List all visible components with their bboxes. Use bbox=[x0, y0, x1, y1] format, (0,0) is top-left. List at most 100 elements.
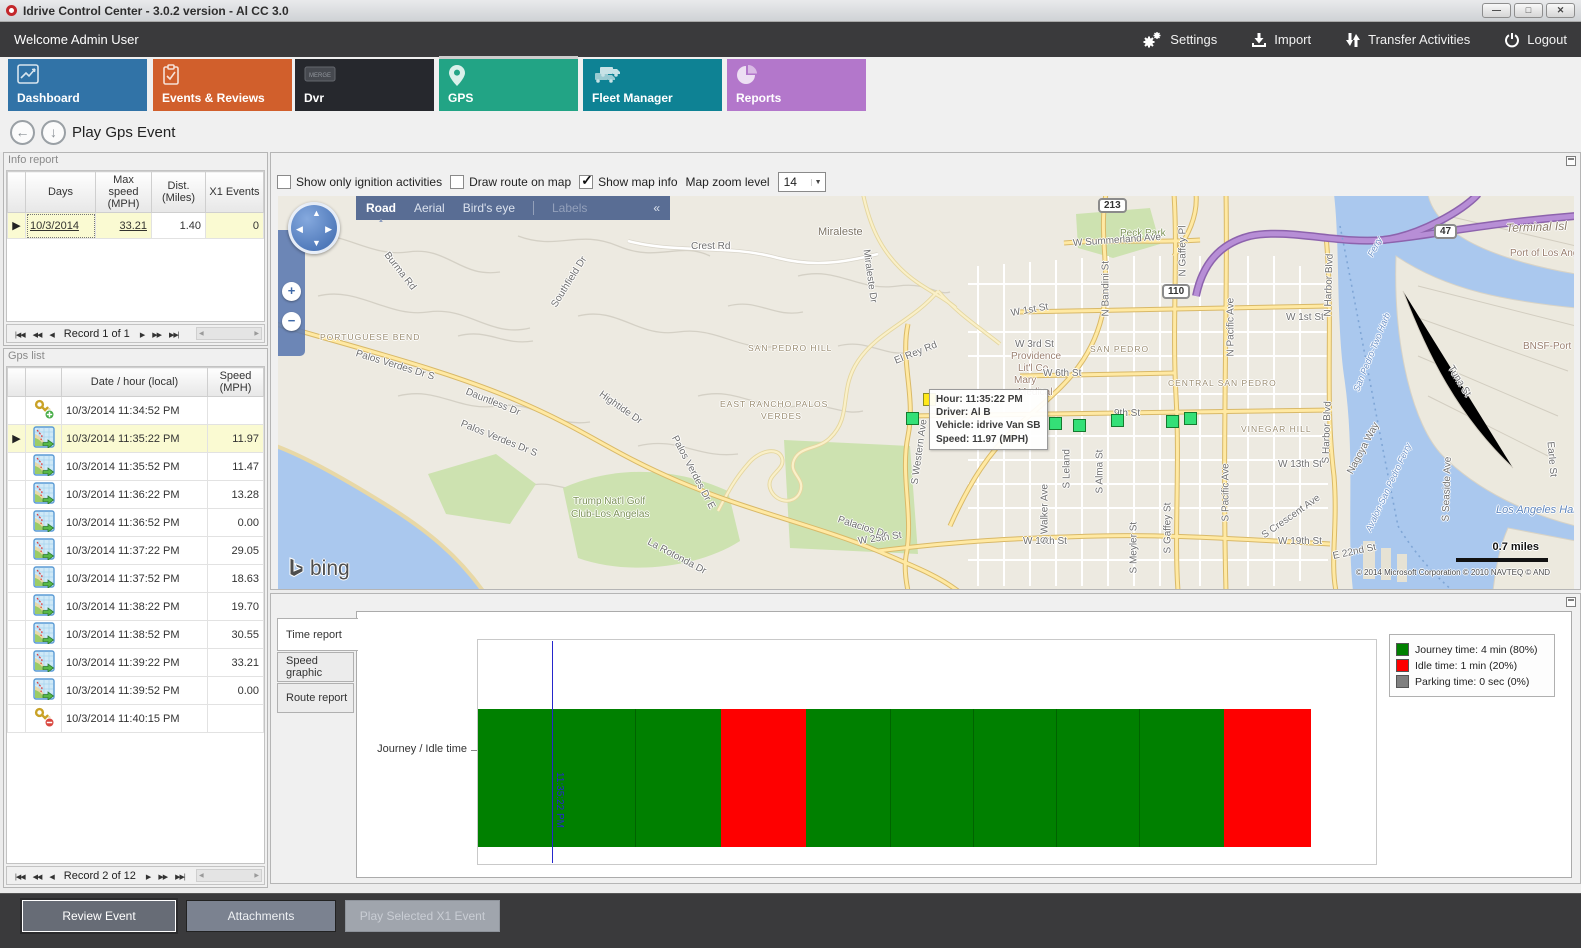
import-icon bbox=[1251, 32, 1267, 48]
back-button[interactable]: ← bbox=[10, 120, 35, 145]
map-mode-labels[interactable]: Labels bbox=[552, 201, 587, 215]
gps-marker[interactable] bbox=[1073, 419, 1086, 432]
record-nav-button[interactable]: ▶▶| bbox=[175, 874, 185, 881]
tab-fleet-manager[interactable]: Fleet Manager bbox=[583, 59, 722, 111]
map-mode-road[interactable]: Road bbox=[366, 201, 396, 215]
close-button[interactable]: ✕ bbox=[1546, 3, 1575, 18]
checkbox-show-map-info[interactable]: ✓ Show map info bbox=[579, 175, 677, 189]
tab-time-report[interactable]: Time report bbox=[277, 618, 358, 651]
settings-button[interactable]: Settings bbox=[1141, 31, 1217, 49]
review-event-button[interactable]: Review Event bbox=[22, 900, 176, 932]
gps-speed-cell: 13.28 bbox=[208, 481, 264, 509]
record-nav-button[interactable]: ◀ bbox=[49, 332, 53, 339]
gps-date-cell: 10/3/2014 11:36:22 PM bbox=[62, 481, 208, 509]
map-mode-birds-eye[interactable]: Bird's eye bbox=[463, 201, 515, 215]
col-speed[interactable]: Speed (MPH) bbox=[208, 368, 264, 397]
info-report-row[interactable]: ▶ 10/3/2014 33.21 1.40 0 bbox=[8, 213, 264, 239]
transfer-activities-button[interactable]: Transfer Activities bbox=[1345, 32, 1470, 48]
map-pan-compass[interactable]: ▲ ▶ ▼ ◀ bbox=[288, 202, 340, 254]
col-date-hour[interactable]: Date / hour (local) bbox=[62, 368, 208, 397]
logout-button[interactable]: Logout bbox=[1504, 32, 1567, 48]
down-button[interactable]: ↓ bbox=[41, 120, 66, 145]
gps-point-icon bbox=[26, 509, 62, 537]
pan-left-icon[interactable]: ◀ bbox=[296, 224, 303, 235]
gps-list-row[interactable]: 10/3/2014 11:39:22 PM33.21 bbox=[8, 649, 264, 677]
map-label: S Pacific Ave bbox=[1221, 463, 1232, 521]
map-mode-aerial[interactable]: Aerial bbox=[414, 201, 445, 215]
tab-dashboard[interactable]: Dashboard bbox=[8, 59, 147, 111]
toolbar-collapse-button[interactable]: « bbox=[653, 201, 660, 215]
gps-point-icon bbox=[26, 537, 62, 565]
page-header: ← ↓ Play Gps Event bbox=[0, 113, 1581, 152]
expand-map-panel-button[interactable] bbox=[1566, 156, 1576, 166]
checkbox-show-ignition[interactable]: ✓ Show only ignition activities bbox=[277, 175, 442, 189]
record-nav-button[interactable]: ▶▶| bbox=[169, 332, 179, 339]
zoom-in-button[interactable]: + bbox=[282, 282, 301, 301]
gps-date-cell: 10/3/2014 11:39:22 PM bbox=[62, 649, 208, 677]
tab-gps[interactable]: GPS bbox=[439, 59, 578, 111]
tab-route-report[interactable]: Route report bbox=[277, 683, 354, 713]
map-label: Providence bbox=[1011, 351, 1061, 362]
attachments-button[interactable]: Attachments bbox=[186, 900, 336, 932]
gps-speed-cell: 11.97 bbox=[208, 425, 264, 453]
pan-right-icon[interactable]: ▶ bbox=[325, 224, 332, 235]
route-shield: 47 bbox=[1434, 224, 1457, 239]
gps-marker[interactable] bbox=[906, 412, 919, 425]
gps-list-row[interactable]: 10/3/2014 11:38:22 PM19.70 bbox=[8, 593, 264, 621]
gps-marker[interactable] bbox=[1184, 412, 1197, 425]
play-selected-x1-event-button[interactable]: Play Selected X1 Event bbox=[345, 900, 500, 932]
bing-map[interactable]: Road Aerial Bird's eye Labels « + − ▲ ▶ … bbox=[278, 196, 1574, 589]
gps-list-row[interactable]: 10/3/2014 11:36:52 PM0.00 bbox=[8, 509, 264, 537]
gps-marker[interactable] bbox=[1166, 415, 1179, 428]
tab-events-reviews[interactable]: Events & Reviews bbox=[153, 59, 292, 111]
gps-list-record-nav: |◀◀◀◀◀ Record 2 of 12 ▶▶▶▶▶| ◀▶ bbox=[6, 866, 265, 885]
col-x1-events[interactable]: X1 Events bbox=[206, 172, 264, 213]
import-button[interactable]: Import bbox=[1251, 32, 1311, 48]
gps-list-row[interactable]: 10/3/2014 11:37:52 PM18.63 bbox=[8, 565, 264, 593]
map-label: S Walker Ave bbox=[1040, 484, 1051, 543]
gps-list-row[interactable]: 10/3/2014 11:34:52 PM bbox=[8, 397, 264, 425]
map-zoom-level-select[interactable]: 14 ▼ bbox=[778, 172, 826, 192]
days-link[interactable]: 10/3/2014 bbox=[26, 213, 96, 239]
zoom-out-button[interactable]: − bbox=[282, 312, 301, 331]
record-nav-button[interactable]: ▶ bbox=[146, 874, 150, 881]
power-icon bbox=[1504, 32, 1520, 48]
gps-date-cell: 10/3/2014 11:37:22 PM bbox=[62, 537, 208, 565]
map-label: BNSF-Port bbox=[1523, 341, 1571, 352]
h-scrollbar[interactable]: ◀▶ bbox=[196, 869, 262, 882]
record-nav-button[interactable]: |◀◀ bbox=[15, 332, 25, 339]
gps-marker[interactable] bbox=[1111, 414, 1124, 427]
col-days[interactable]: Days bbox=[26, 172, 96, 213]
record-nav-button[interactable]: ◀◀ bbox=[33, 874, 42, 881]
time-cursor-line[interactable] bbox=[552, 641, 553, 863]
max-speed-value[interactable]: 33.21 bbox=[96, 213, 152, 239]
gps-list-row[interactable]: 10/3/2014 11:39:52 PM0.00 bbox=[8, 677, 264, 705]
gps-list-row[interactable]: 10/3/2014 11:37:22 PM29.05 bbox=[8, 537, 264, 565]
col-dist[interactable]: Dist. (Miles) bbox=[152, 172, 206, 213]
pan-up-icon[interactable]: ▲ bbox=[312, 208, 321, 218]
record-nav-button[interactable]: ◀◀ bbox=[33, 332, 42, 339]
record-nav-button[interactable]: ▶▶ bbox=[158, 874, 167, 881]
gps-marker[interactable] bbox=[1049, 417, 1062, 430]
record-nav-button[interactable]: |◀◀ bbox=[15, 874, 25, 881]
minimize-button[interactable]: — bbox=[1482, 3, 1511, 18]
transfer-icon bbox=[1345, 32, 1361, 48]
gps-list-row[interactable]: 10/3/2014 11:35:52 PM11.47 bbox=[8, 453, 264, 481]
tab-reports[interactable]: Reports bbox=[727, 59, 866, 111]
pan-down-icon[interactable]: ▼ bbox=[312, 238, 321, 248]
gps-list-row[interactable]: 10/3/2014 11:40:15 PM bbox=[8, 705, 264, 733]
tab-dvr[interactable]: MERGE Dvr bbox=[295, 59, 434, 111]
h-scrollbar[interactable]: ◀▶ bbox=[196, 327, 262, 340]
record-nav-button[interactable]: ▶▶ bbox=[152, 332, 161, 339]
gps-list-row[interactable]: 10/3/2014 11:38:52 PM30.55 bbox=[8, 621, 264, 649]
tab-speed-graphic[interactable]: Speed graphic bbox=[277, 652, 354, 682]
gps-list-row[interactable]: ▶ 10/3/2014 11:35:22 PM11.97 bbox=[8, 425, 264, 453]
record-nav-button[interactable]: ◀ bbox=[49, 874, 53, 881]
expand-chart-panel-button[interactable] bbox=[1566, 597, 1576, 607]
maximize-button[interactable]: □ bbox=[1514, 3, 1543, 18]
col-max-speed[interactable]: Max speed (MPH) bbox=[96, 172, 152, 213]
record-nav-button[interactable]: ▶ bbox=[140, 332, 144, 339]
gps-list-row[interactable]: 10/3/2014 11:36:22 PM13.28 bbox=[8, 481, 264, 509]
checkbox-draw-route[interactable]: ✓ Draw route on map bbox=[450, 175, 571, 189]
checkbox-show-map-info-label: Show map info bbox=[598, 175, 677, 189]
